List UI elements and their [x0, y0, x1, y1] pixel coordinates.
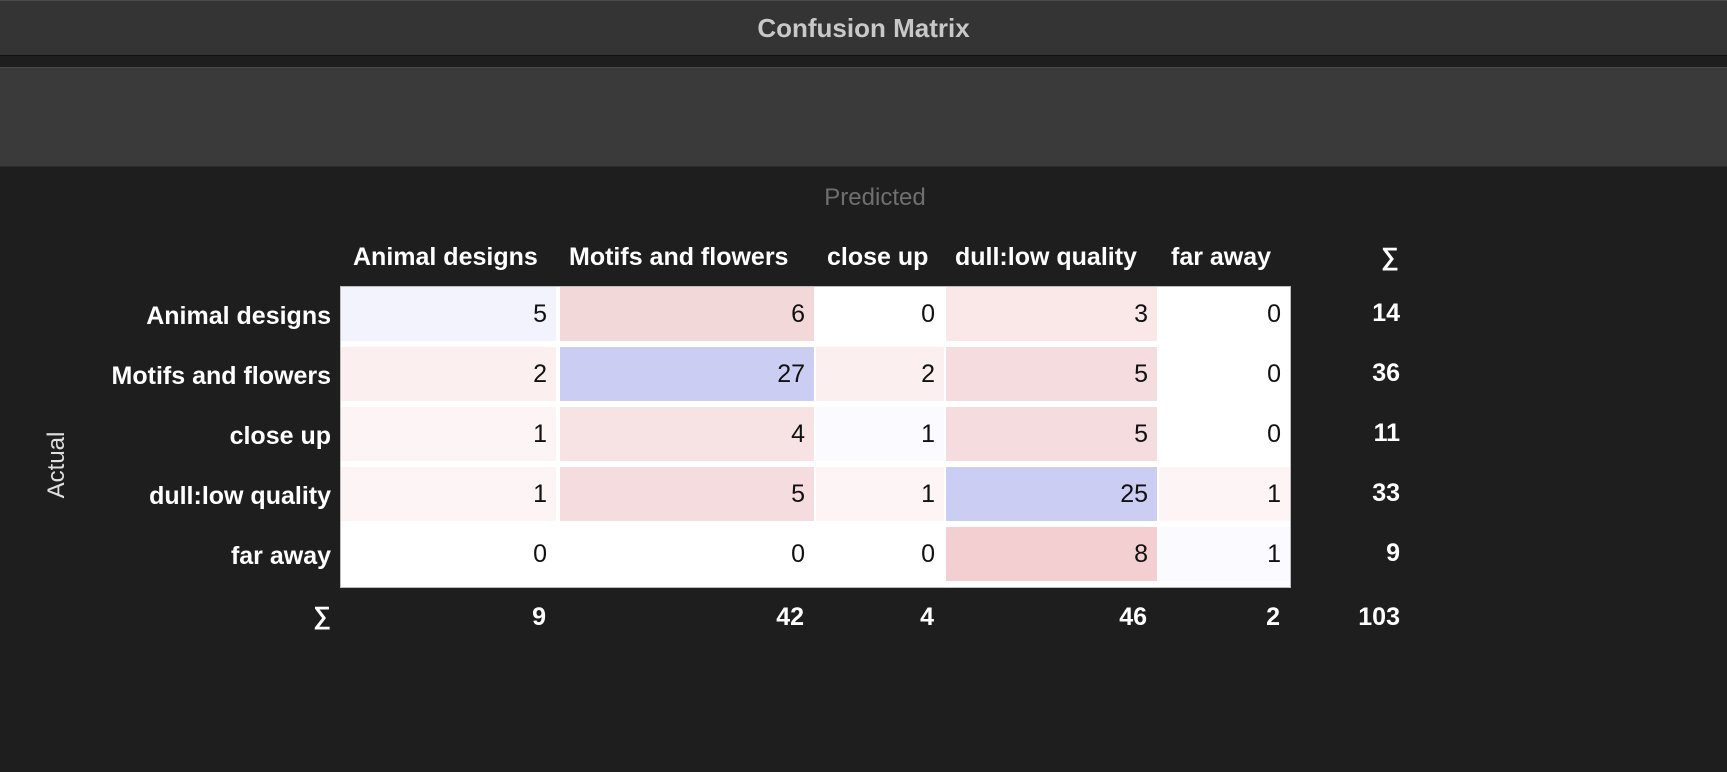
cell-motifs-and-flowers-vs-far-away: 0	[1159, 347, 1290, 401]
cell-animal-designs-vs-animal-designs: 5	[341, 287, 556, 341]
cell-motifs-and-flowers-vs-close-up: 2	[816, 347, 944, 401]
cell-motifs-and-flowers-vs-motifs-and-flowers: 27	[560, 347, 814, 401]
predicted-axis-label: Predicted	[824, 184, 926, 211]
column-sum-animal-designs: 9	[532, 603, 546, 631]
row-sum-motifs-and-flowers: 36	[1372, 359, 1400, 387]
column-sum-dull-low-quality: 46	[1119, 603, 1147, 631]
cell-close-up-vs-close-up: 1	[816, 407, 944, 461]
column-header-close-up: close up	[827, 243, 929, 271]
cell-far-away-vs-animal-designs: 0	[341, 527, 556, 581]
cell-animal-designs-vs-dull-low-quality: 3	[946, 287, 1157, 341]
cell-motifs-and-flowers-vs-dull-low-quality: 5	[946, 347, 1157, 401]
column-header-animal-designs: Animal designs	[353, 243, 538, 271]
cell-animal-designs-vs-far-away: 0	[1159, 287, 1290, 341]
cell-close-up-vs-dull-low-quality: 5	[946, 407, 1157, 461]
column-header-motifs-and-flowers: Motifs and flowers	[569, 243, 789, 271]
cell-motifs-and-flowers-vs-animal-designs: 2	[341, 347, 556, 401]
cell-close-up-vs-far-away: 0	[1159, 407, 1290, 461]
row-label-far-away: far away	[230, 542, 331, 570]
row-sum-animal-designs: 14	[1372, 299, 1400, 327]
row-sum-close-up: 11	[1373, 419, 1400, 447]
row-sum-far-away: 9	[1386, 539, 1400, 567]
cell-dull-low-quality-vs-far-away: 1	[1159, 467, 1290, 521]
row-sum-dull-low-quality: 33	[1372, 479, 1400, 507]
cell-dull-low-quality-vs-motifs-and-flowers: 5	[560, 467, 814, 521]
toolbar-area	[0, 67, 1727, 167]
column-sum-far-away: 2	[1266, 603, 1280, 631]
window-titlebar: Confusion Matrix	[0, 0, 1727, 56]
grand-total: 103	[1358, 603, 1400, 631]
cell-animal-designs-vs-motifs-and-flowers: 6	[560, 287, 814, 341]
cell-dull-low-quality-vs-dull-low-quality: 25	[946, 467, 1157, 521]
cell-dull-low-quality-vs-animal-designs: 1	[341, 467, 556, 521]
column-sum-motifs-and-flowers: 42	[776, 603, 804, 631]
cell-close-up-vs-motifs-and-flowers: 4	[560, 407, 814, 461]
row-label-sum: ∑	[313, 602, 331, 630]
row-label-dull-low-quality: dull:low quality	[149, 482, 331, 510]
column-header-sum: ∑	[1381, 243, 1399, 271]
actual-axis-label: Actual	[43, 431, 70, 499]
cell-far-away-vs-dull-low-quality: 8	[946, 527, 1157, 581]
cell-far-away-vs-motifs-and-flowers: 0	[560, 527, 814, 581]
confusion-matrix-grid: 5 6 0 3 0 2 27 2 5 0 1 4 1 5 0 1 5 1 25 1 0 0 0 8 1	[340, 286, 1291, 588]
row-label-close-up: close up	[229, 422, 331, 450]
column-header-dull-low-quality: dull:low quality	[955, 243, 1137, 271]
cell-dull-low-quality-vs-close-up: 1	[816, 467, 944, 521]
column-sum-close-up: 4	[920, 603, 934, 631]
column-header-far-away: far away	[1171, 243, 1272, 271]
cell-far-away-vs-close-up: 0	[816, 527, 944, 581]
cell-far-away-vs-far-away: 1	[1159, 527, 1290, 581]
cell-animal-designs-vs-close-up: 0	[816, 287, 944, 341]
cell-close-up-vs-animal-designs: 1	[341, 407, 556, 461]
row-label-animal-designs: Animal designs	[146, 302, 331, 330]
window-title: Confusion Matrix	[757, 13, 970, 43]
row-label-motifs-and-flowers: Motifs and flowers	[111, 362, 331, 390]
